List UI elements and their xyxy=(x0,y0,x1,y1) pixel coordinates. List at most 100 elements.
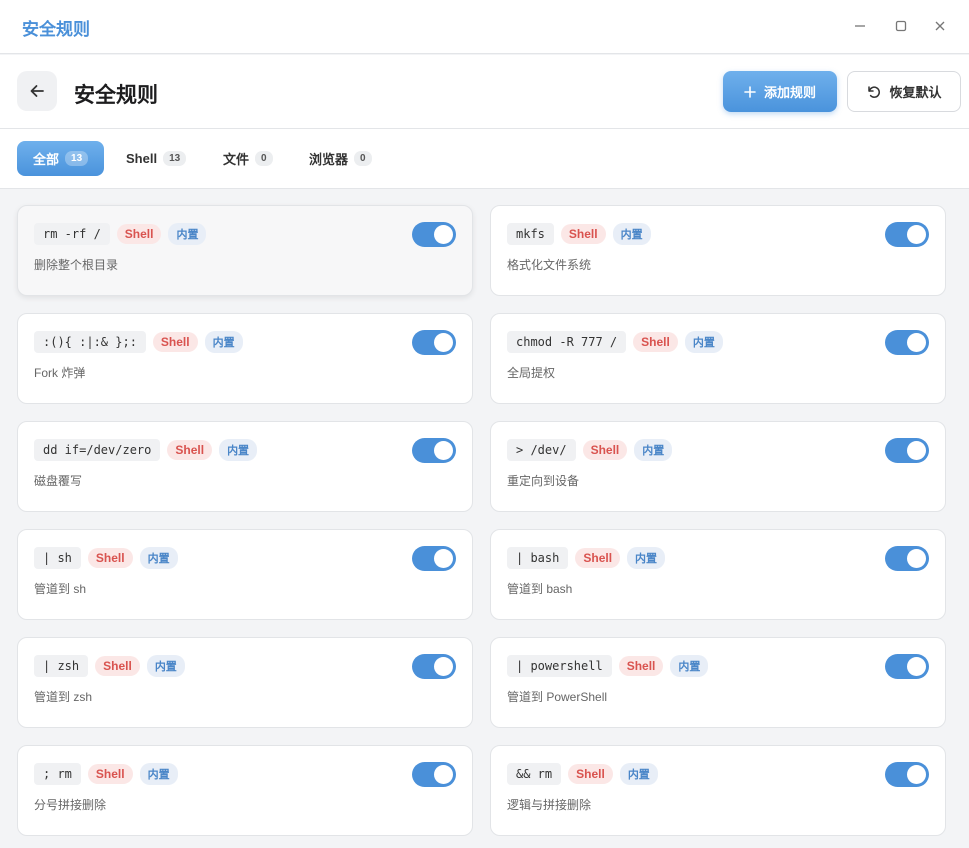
tab-label: 浏览器 xyxy=(309,152,349,167)
tab-label: 文件 xyxy=(223,152,250,167)
tab-count-badge: 13 xyxy=(163,151,187,166)
rule-pattern: | sh xyxy=(34,547,81,569)
rule-description: 管道到 sh xyxy=(34,582,87,596)
rule-type-tag: Shell xyxy=(633,332,678,352)
rule-toggle[interactable] xyxy=(412,654,456,679)
rule-card[interactable]: | bash Shell 内置 管道到 bash xyxy=(490,529,946,620)
rule-description: 分号拼接删除 xyxy=(34,798,107,812)
toggle-knob xyxy=(434,549,453,568)
rule-pattern: && rm xyxy=(507,763,562,785)
rule-type-tag: Shell xyxy=(575,548,621,568)
rule-pattern: rm -rf / xyxy=(34,223,110,245)
rule-pattern: dd if=/dev/zero xyxy=(34,439,161,461)
rule-pattern: | bash xyxy=(507,547,569,569)
rule-type-tag: Shell xyxy=(116,224,162,244)
rule-description: 重定向到设备 xyxy=(507,474,580,488)
page-title: 安全规则 xyxy=(74,84,158,107)
rule-toggle[interactable] xyxy=(885,222,929,247)
restore-defaults-button[interactable]: 恢复默认 xyxy=(847,71,961,112)
builtin-badge: 内置 xyxy=(684,331,723,353)
add-rule-button[interactable]: 添加规则 xyxy=(723,71,837,112)
rule-description: 磁盘覆写 xyxy=(34,474,83,488)
builtin-badge: 内置 xyxy=(168,223,207,245)
rule-description: 管道到 zsh xyxy=(34,690,93,704)
rule-toggle[interactable] xyxy=(885,330,929,355)
tab-label: Shell xyxy=(126,151,158,166)
title-bar: 安全规则 xyxy=(0,0,969,54)
rule-type-tag: Shell xyxy=(87,764,133,784)
tab-all[interactable]: 全部 13 xyxy=(17,141,105,176)
rule-type-tag: Shell xyxy=(167,440,213,460)
rule-description: 全局提权 xyxy=(507,366,556,380)
page-header: 安全规则 添加规则 恢复默认 xyxy=(0,55,969,129)
reset-icon xyxy=(868,85,881,98)
tab-browser[interactable]: 浏览器 0 xyxy=(293,141,388,176)
rule-pattern: | powershell xyxy=(507,655,612,677)
toggle-knob xyxy=(434,765,453,784)
toggle-knob xyxy=(434,225,453,244)
rule-card[interactable]: rm -rf / Shell 内置 删除整个根目录 xyxy=(17,205,473,296)
tab-count-badge: 13 xyxy=(65,151,89,166)
rule-description: 管道到 bash xyxy=(507,582,573,596)
rule-type-tag: Shell xyxy=(87,548,133,568)
rule-pattern: :(){ :|:& };: xyxy=(34,331,146,353)
rule-pattern: mkfs xyxy=(507,223,554,245)
rule-toggle[interactable] xyxy=(412,438,456,463)
rule-card[interactable]: chmod -R 777 / Shell 内置 全局提权 xyxy=(490,313,946,404)
rule-toggle[interactable] xyxy=(885,546,929,571)
builtin-badge: 内置 xyxy=(670,655,709,677)
rule-card[interactable]: ; rm Shell 内置 分号拼接删除 xyxy=(17,745,473,836)
toggle-knob xyxy=(907,765,926,784)
rule-toggle[interactable] xyxy=(885,654,929,679)
builtin-badge: 内置 xyxy=(146,655,185,677)
rule-description: 逻辑与拼接删除 xyxy=(507,798,592,812)
minimize-icon xyxy=(855,25,865,27)
rule-card[interactable]: dd if=/dev/zero Shell 内置 磁盘覆写 xyxy=(17,421,473,512)
tab-count-badge: 0 xyxy=(255,151,273,166)
rule-card[interactable]: | sh Shell 内置 管道到 sh xyxy=(17,529,473,620)
tab-count-badge: 0 xyxy=(354,151,372,166)
rule-type-tag: Shell xyxy=(582,440,628,460)
builtin-badge: 内置 xyxy=(627,547,666,569)
maximize-icon xyxy=(895,20,907,32)
back-button[interactable] xyxy=(17,71,57,111)
rule-card[interactable]: && rm Shell 内置 逻辑与拼接删除 xyxy=(490,745,946,836)
close-button[interactable] xyxy=(927,14,953,38)
rule-description: 格式化文件系统 xyxy=(507,258,592,272)
rule-card[interactable]: mkfs Shell 内置 格式化文件系统 xyxy=(490,205,946,296)
rule-pattern: | zsh xyxy=(34,655,89,677)
tab-shell[interactable]: Shell 13 xyxy=(110,141,202,176)
rule-toggle[interactable] xyxy=(885,438,929,463)
rule-card[interactable]: :(){ :|:& };: Shell 内置 Fork 炸弹 xyxy=(17,313,473,404)
rule-type-tag: Shell xyxy=(152,332,198,352)
toggle-knob xyxy=(907,657,926,676)
rule-type-tag: Shell xyxy=(95,656,140,676)
restore-defaults-label: 恢复默认 xyxy=(889,85,942,100)
filter-tabs: 全部 13 Shell 13 文件 0 浏览器 0 xyxy=(0,129,969,189)
rule-description: 删除整个根目录 xyxy=(34,258,119,272)
tab-file[interactable]: 文件 0 xyxy=(207,141,289,176)
plus-icon xyxy=(744,85,756,98)
minimize-button[interactable] xyxy=(847,14,873,38)
toggle-knob xyxy=(907,333,926,352)
toggle-knob xyxy=(434,441,453,460)
rule-description: 管道到 PowerShell xyxy=(507,690,608,704)
rule-toggle[interactable] xyxy=(412,330,456,355)
rule-card[interactable]: | zsh Shell 内置 管道到 zsh xyxy=(17,637,473,728)
maximize-button[interactable] xyxy=(888,14,914,38)
builtin-badge: 内置 xyxy=(139,547,178,569)
rule-type-tag: Shell xyxy=(560,224,606,244)
rule-type-tag: Shell xyxy=(568,764,613,784)
rule-toggle[interactable] xyxy=(412,546,456,571)
add-rule-label: 添加规则 xyxy=(763,85,816,100)
rule-card[interactable]: > /dev/Shell 内置 重定向到设备 xyxy=(490,421,946,512)
rule-card[interactable]: | powershell Shell 内置 管道到 PowerShell xyxy=(490,637,946,728)
rule-pattern: ; rm xyxy=(34,763,81,785)
builtin-badge: 内置 xyxy=(204,331,243,353)
builtin-badge: 内置 xyxy=(219,439,258,461)
builtin-badge: 内置 xyxy=(139,763,178,785)
rule-toggle[interactable] xyxy=(885,762,929,787)
rule-toggle[interactable] xyxy=(412,762,456,787)
arrow-left-icon xyxy=(30,85,44,97)
rule-toggle[interactable] xyxy=(412,222,456,247)
